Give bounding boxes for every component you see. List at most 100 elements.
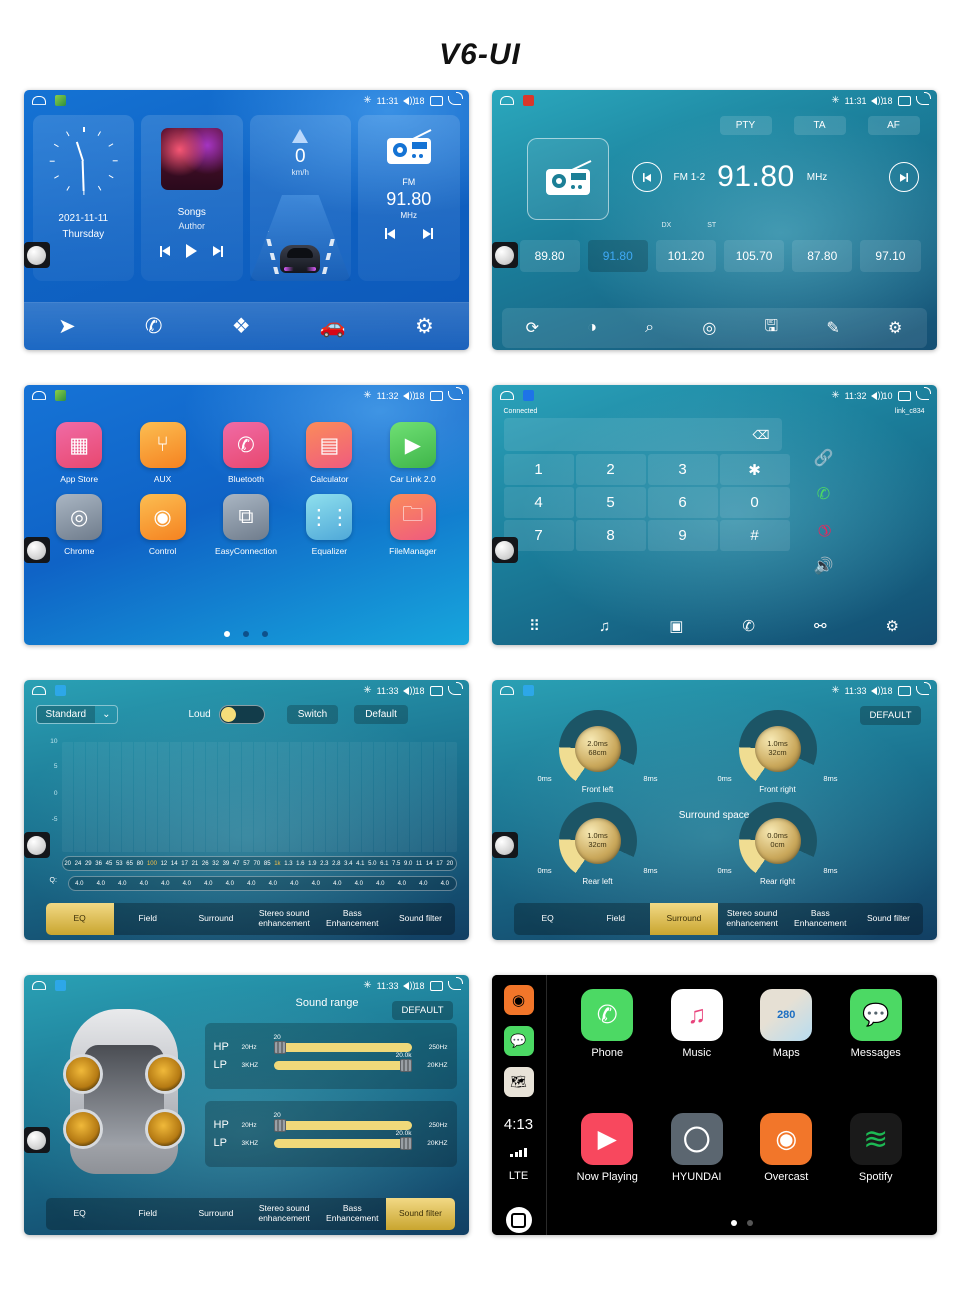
filter-row-hp[interactable]: HP 20Hz 20 250Hz — [214, 1112, 448, 1132]
bezel-knob[interactable] — [491, 242, 518, 268]
recents-icon[interactable] — [897, 685, 911, 696]
band-switch-icon[interactable]: ⟳ — [526, 318, 539, 338]
recents-icon[interactable] — [429, 95, 443, 106]
filter-slider[interactable]: 20.0k — [273, 1130, 412, 1150]
seek-down-button[interactable] — [631, 162, 662, 192]
tab-bass-enhancement[interactable]: Bass Enhancement — [318, 1203, 386, 1224]
bezel-knob[interactable] — [491, 537, 518, 563]
recents-icon[interactable] — [897, 390, 911, 401]
scan-search-icon[interactable]: ⌕ — [645, 319, 654, 337]
radio-next-button[interactable] — [422, 228, 433, 239]
bezel-knob[interactable] — [23, 1127, 50, 1153]
back-icon[interactable] — [447, 682, 463, 695]
key-3[interactable]: 3 — [647, 454, 718, 485]
save-icon[interactable]: 🖫 — [765, 315, 779, 342]
home-outline-icon[interactable] — [31, 391, 46, 400]
page-dot[interactable] — [262, 631, 268, 637]
preset-button[interactable]: 89.80 — [519, 240, 580, 272]
page-dot[interactable] — [243, 631, 249, 637]
navigation-widget[interactable]: 0 km/h — [249, 115, 351, 281]
screen-bluetooth-dialer[interactable]: ✳ 11:32 10 Connected link_c834 ⌫ 1 2 — [491, 385, 937, 645]
radio-app-badge-icon[interactable] — [522, 95, 534, 106]
slider-thumb[interactable] — [399, 1058, 412, 1072]
home-outline-icon[interactable] — [499, 686, 514, 695]
contacts-icon[interactable]: ▣ — [669, 617, 683, 635]
home-outline-icon[interactable] — [31, 96, 46, 105]
seek-up-button[interactable] — [888, 162, 919, 192]
tab-sound-filter[interactable]: Sound filter — [386, 913, 454, 924]
tab-sound-filter[interactable]: Sound filter — [854, 913, 922, 924]
filter-slider[interactable]: 20.0k — [273, 1052, 412, 1072]
radio-source-tile[interactable] — [526, 138, 609, 220]
loc-dx-icon[interactable]: ◑ — [587, 319, 597, 337]
app-item-file-manager[interactable]: 🗀 FileManager — [371, 494, 454, 556]
recents-icon[interactable] — [429, 390, 443, 401]
bezel-knob[interactable] — [491, 832, 518, 858]
preset-button[interactable]: 97.10 — [860, 240, 921, 272]
page-dot[interactable] — [746, 1220, 753, 1226]
preset-button[interactable]: 87.80 — [792, 240, 853, 272]
overcast-icon[interactable]: ◉ — [503, 985, 534, 1015]
radio-widget[interactable]: FM 91.80 MHz — [358, 115, 460, 281]
phone-icon[interactable]: ✆ — [145, 316, 163, 337]
carplay-app-overcast[interactable]: ◉ Overcast — [742, 1113, 832, 1235]
bluetooth-app-badge-icon[interactable] — [522, 390, 534, 401]
key-6[interactable]: 6 — [647, 487, 718, 518]
af-button[interactable]: AF — [867, 116, 920, 135]
link-icon[interactable]: 🔗 — [796, 441, 852, 475]
eq-frequency-axis[interactable]: 20 24 29 36 45 53 65 80 100 12 14 17 21 … — [61, 856, 457, 871]
tab-surround[interactable]: Surround — [182, 913, 250, 924]
equalizer-app-badge-icon[interactable] — [54, 685, 66, 696]
eq-curve-plot[interactable] — [61, 742, 457, 852]
back-icon[interactable] — [915, 92, 931, 105]
radio-prev-button[interactable] — [384, 228, 395, 239]
tab-eq[interactable]: EQ — [514, 913, 582, 924]
screen-carplay[interactable]: ◉ 💬 🗺 4:13 LTE ✆ Phone ♫ Music 280 Maps — [491, 975, 937, 1235]
page-dot[interactable] — [730, 1220, 737, 1226]
app-item-app-store[interactable]: ▦ App Store — [38, 422, 121, 484]
slider-thumb[interactable] — [273, 1040, 286, 1054]
key-2[interactable]: 2 — [575, 454, 646, 485]
tab-eq[interactable]: EQ — [45, 903, 114, 935]
app-item-chrome[interactable]: ◎ Chrome — [38, 494, 121, 556]
equalizer-app-badge-icon[interactable] — [522, 685, 534, 696]
settings-icon[interactable]: ⚙ — [415, 316, 434, 337]
screen-radio[interactable]: ✳ 11:31 18 PTY TA AF — [491, 90, 937, 350]
key-star[interactable]: ✱ — [719, 454, 790, 485]
tab-bass-enhancement[interactable]: Bass Enhancement — [318, 908, 386, 929]
carlink-icon[interactable]: 🚗 — [320, 316, 346, 337]
switch-button[interactable]: Switch — [286, 705, 339, 724]
music-icon[interactable]: ♫ — [599, 618, 610, 635]
page-dot[interactable] — [224, 631, 230, 637]
settings-icon[interactable]: ⚙ — [886, 617, 899, 635]
music-widget[interactable]: Songs Author — [141, 115, 243, 281]
screen-sound-filter[interactable]: ✳ 11:33 18 Sound range DEFAULT HP 20Hz 2… — [23, 975, 469, 1235]
recents-icon[interactable] — [429, 980, 443, 991]
recents-icon[interactable] — [897, 95, 911, 106]
app-item-easy-connection[interactable]: ⧉ EasyConnection — [204, 494, 287, 556]
settings-icon[interactable]: ⚙ — [888, 318, 902, 338]
keypad-icon[interactable]: ⠿ — [529, 617, 540, 635]
back-icon[interactable] — [915, 387, 931, 400]
auto-scan-icon[interactable]: ◎ — [702, 318, 716, 338]
tab-field[interactable]: Field — [582, 913, 650, 924]
carplay-app-music[interactable]: ♫ Music — [652, 989, 742, 1111]
default-button[interactable]: Default — [354, 705, 408, 724]
filter-row-lp[interactable]: LP 3KHZ 20.0k 20KHZ — [214, 1052, 448, 1072]
carplay-app-hyundai[interactable]: 〇 HYUNDAI — [652, 1113, 742, 1235]
carplay-app-now-playing[interactable]: ▶ Now Playing — [563, 1113, 653, 1235]
back-icon[interactable] — [447, 387, 463, 400]
dial-number-input[interactable]: ⌫ — [503, 418, 782, 451]
maps-icon[interactable]: 🗺 — [503, 1067, 534, 1097]
key-4[interactable]: 4 — [503, 487, 574, 518]
play-button[interactable] — [186, 244, 198, 258]
screen-surround[interactable]: ✳ 11:33 18 DEFAULT 2.0ms 68cm 0ms8ms Fro… — [491, 680, 937, 940]
filter-row-hp[interactable]: HP 20Hz 20 250Hz — [214, 1034, 448, 1054]
knob-dial[interactable]: 2.0ms 68cm — [558, 710, 637, 788]
carplay-app-phone[interactable]: ✆ Phone — [563, 989, 653, 1111]
home-outline-icon[interactable] — [31, 686, 46, 695]
preset-button[interactable]: 91.80 — [587, 240, 648, 272]
tab-field[interactable]: Field — [114, 913, 182, 924]
app-item-equalizer[interactable]: ⋮⋮ Equalizer — [288, 494, 371, 556]
app-item-control[interactable]: ◉ Control — [121, 494, 204, 556]
